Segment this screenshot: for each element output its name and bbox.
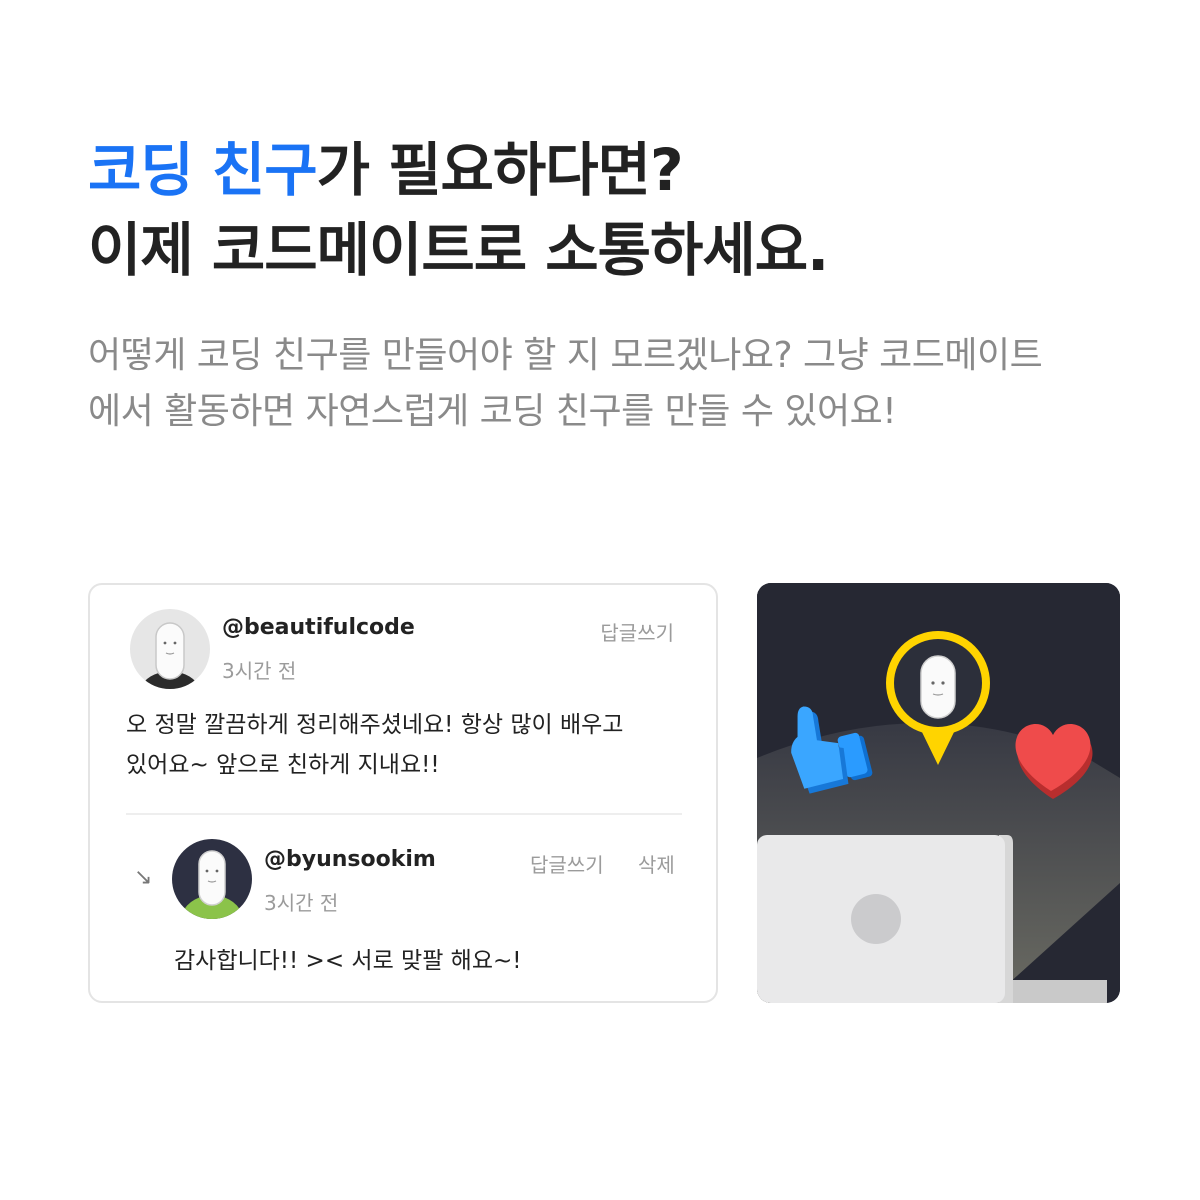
description-line-1: 어떻게 코딩 친구를 만들어야 할 지 모르겠나요? 그냥 코드메이트 [88, 335, 1043, 376]
comment-card: @beautifulcode 3시간 전 답글쓰기 오 정말 깔끔하게 정리해주… [88, 583, 718, 1003]
description-line-2: 에서 활동하면 자연스럽게 코딩 친구를 만들 수 있어요! [88, 391, 897, 432]
reply-avatar-image [172, 839, 252, 919]
comment-username[interactable]: @beautifulcode [222, 615, 415, 640]
headline-line-1: 코딩 친구가 필요하다면? [88, 130, 1148, 210]
avatar[interactable] [130, 609, 210, 689]
comment-timestamp: 3시간 전 [222, 659, 297, 683]
comment-body-line-1: 오 정말 깔끔하게 정리해주셨네요! 항상 많이 배우고 [126, 712, 624, 738]
comment-body: 오 정말 깔끔하게 정리해주셨네요! 항상 많이 배우고 있어요~ 앞으로 친하… [126, 705, 686, 785]
divider [126, 813, 682, 815]
headline: 코딩 친구가 필요하다면? 이제 코드메이트로 소통하세요. [88, 130, 1148, 290]
avatar-image [130, 609, 210, 689]
reply-avatar[interactable] [172, 839, 252, 919]
comment-body-line-2: 있어요~ 앞으로 친하게 지내요!! [126, 752, 440, 778]
headline-accent: 코딩 친구 [88, 136, 318, 204]
reply-body: 감사합니다!! >< 서로 맞팔 해요~! [174, 948, 522, 974]
headline-line-2: 이제 코드메이트로 소통하세요. [88, 216, 829, 284]
headline-line-1-rest: 가 필요하다면? [316, 136, 684, 204]
illustration [757, 583, 1120, 1003]
reply-timestamp: 3시간 전 [264, 891, 339, 915]
reply-username[interactable]: @byunsookim [264, 847, 436, 872]
illustration-scene [757, 583, 1120, 1003]
reply-reply-button[interactable]: 답글쓰기 [530, 849, 604, 878]
description: 어떻게 코딩 친구를 만들어야 할 지 모르겠나요? 그냥 코드메이트 에서 활… [88, 328, 1158, 440]
reply-arrow-icon: ↘ [134, 865, 153, 890]
delete-button[interactable]: 삭제 [638, 849, 675, 878]
reply-button[interactable]: 답글쓰기 [600, 617, 674, 646]
